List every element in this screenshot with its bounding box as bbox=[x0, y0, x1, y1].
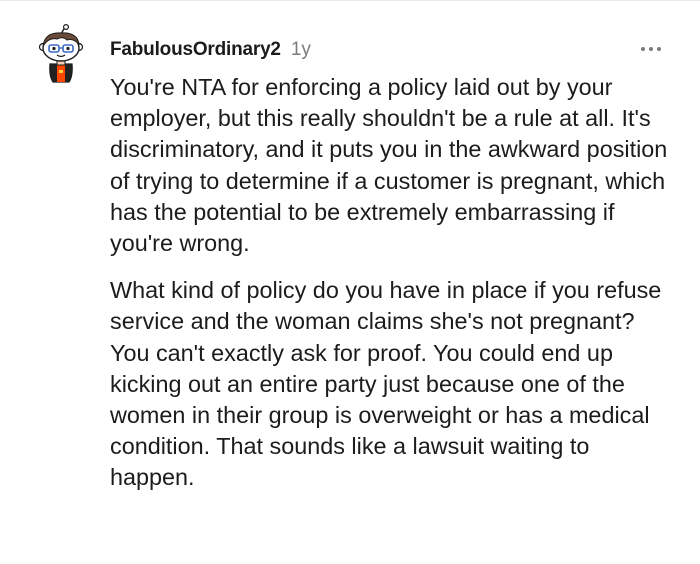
user-avatar[interactable] bbox=[37, 23, 85, 84]
comment: FabulousOrdinary2 1y You're NTA for enfo… bbox=[0, 0, 700, 564]
more-horizontal-icon bbox=[641, 47, 645, 51]
username[interactable]: FabulousOrdinary2 bbox=[110, 39, 281, 61]
comment-header: FabulousOrdinary2 1y bbox=[110, 37, 311, 63]
comment-body: You're NTA for enforcing a policy laid o… bbox=[110, 72, 680, 494]
more-horizontal-icon-dot bbox=[657, 47, 661, 51]
more-horizontal-icon-dot bbox=[649, 47, 653, 51]
comment-paragraph: What kind of policy do you have in place… bbox=[110, 277, 662, 491]
comment-age: 1y bbox=[290, 39, 311, 60]
more-options-button[interactable] bbox=[634, 37, 668, 61]
comment-paragraph: You're NTA for enforcing a policy laid o… bbox=[110, 74, 668, 257]
snoo-avatar-icon bbox=[38, 23, 84, 83]
